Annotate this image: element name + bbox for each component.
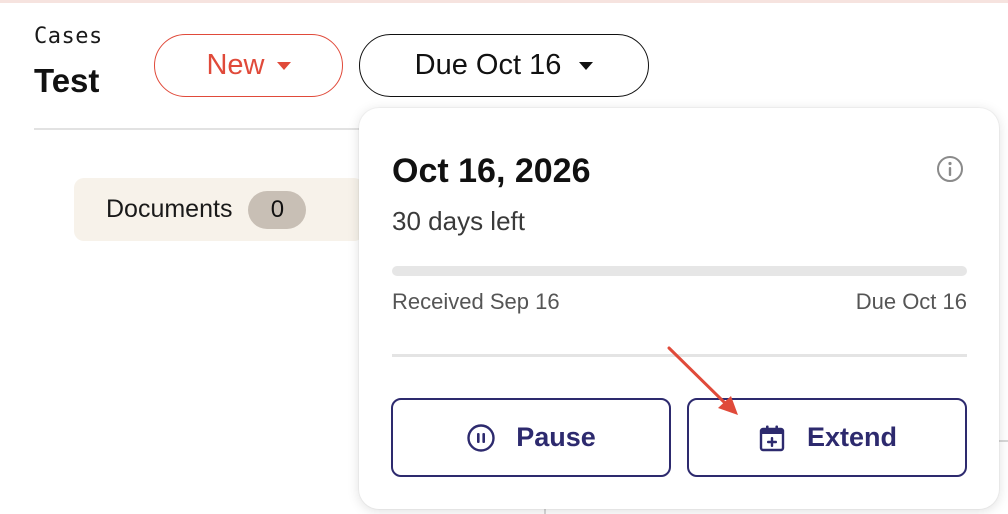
documents-count-badge: 0 — [248, 190, 307, 229]
extend-button[interactable]: Extend — [687, 398, 967, 477]
status-dropdown[interactable]: New — [154, 34, 343, 97]
breadcrumb[interactable]: Cases — [34, 24, 103, 49]
top-accent-bar — [0, 0, 1008, 3]
calendar-plus-icon — [757, 423, 787, 453]
info-icon[interactable] — [936, 155, 964, 183]
caret-down-icon — [579, 61, 594, 70]
extend-button-label: Extend — [806, 422, 898, 452]
popover-due-date: Oct 16, 2026 — [392, 152, 591, 190]
received-date-label: Received Sep 16 — [392, 289, 560, 314]
tab-documents[interactable]: Documents 0 — [74, 178, 364, 241]
popover-divider — [392, 354, 967, 357]
caret-down-icon — [276, 61, 291, 70]
case-page: Cases Test New Due Oct 16 Documents 0 Oc… — [0, 0, 1008, 514]
pause-button[interactable]: Pause — [391, 398, 671, 477]
days-left-text: 30 days left — [392, 206, 525, 236]
due-date-dropdown[interactable]: Due Oct 16 — [359, 34, 649, 97]
status-label: New — [206, 49, 265, 81]
due-date-label: Due Oct 16 — [414, 49, 562, 81]
page-title: Test — [34, 62, 100, 99]
tab-documents-label: Documents — [106, 195, 233, 223]
time-progress-bar — [392, 266, 967, 276]
header-divider — [34, 128, 374, 130]
pause-circle-icon — [466, 423, 496, 453]
due-date-popover: Oct 16, 2026 30 days left Received Sep 1… — [359, 108, 999, 509]
due-date-label-end: Due Oct 16 — [855, 289, 967, 314]
pause-button-label: Pause — [516, 422, 596, 452]
